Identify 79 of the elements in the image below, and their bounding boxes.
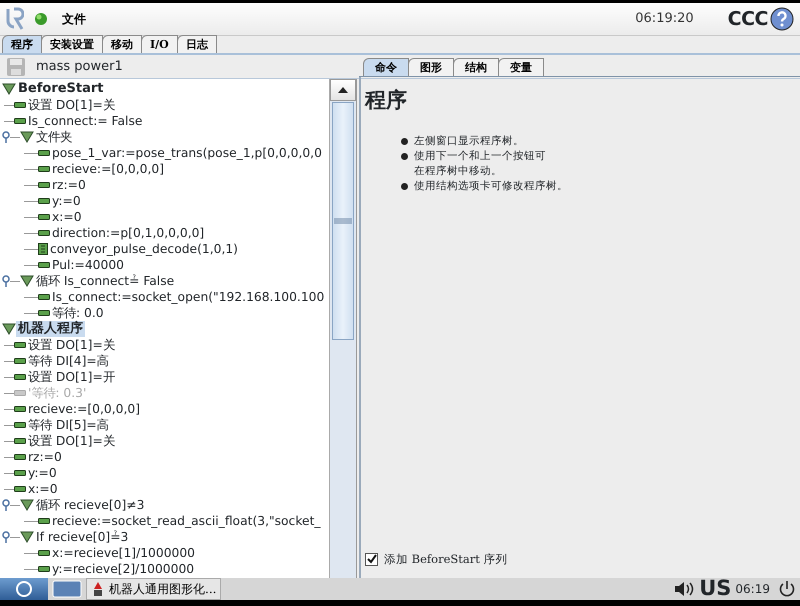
tree-item[interactable]: 等待 DI[4]=高 — [26, 353, 111, 369]
pin-icon — [2, 499, 10, 511]
scroll-up-button[interactable] — [330, 79, 356, 101]
tree-item[interactable]: recieve:=[0,0,0,0] — [26, 401, 142, 417]
window-icon[interactable] — [52, 579, 82, 599]
tree-item[interactable]: BeforeStart — [16, 81, 106, 97]
tree-item[interactable]: x:=0 — [26, 481, 60, 497]
tree-item[interactable]: 循环 Is_connect≟ False — [34, 273, 176, 289]
tree-item[interactable]: Is_connect:=socket_open("192.168.100.100 — [50, 289, 326, 305]
app-icon — [91, 581, 105, 597]
tab[interactable]: 结构 — [453, 58, 499, 76]
bullet-icon — [401, 153, 408, 160]
keyboard-layout[interactable]: US — [699, 573, 732, 605]
start-icon — [15, 580, 33, 598]
tree-item[interactable]: recieve:=[0,0,0,0] — [50, 161, 166, 177]
tree-item[interactable]: conveyor_pulse_decode(1,0,1) — [48, 241, 240, 257]
app-title: 机器人通用图形化... — [109, 581, 216, 598]
status-icon — [34, 12, 48, 26]
file-menu[interactable]: 文件 — [58, 10, 90, 28]
expanded-icon[interactable] — [20, 498, 34, 512]
tree-item[interactable]: Is_connect:= False — [26, 113, 144, 129]
expanded-icon[interactable] — [20, 274, 34, 288]
tree-item[interactable]: 机器人程序 — [16, 321, 85, 337]
pin-icon — [2, 131, 10, 143]
tree-item[interactable]: 设置 DO[1]=关 — [26, 433, 117, 449]
tree-item[interactable]: 设置 DO[1]=开 — [26, 369, 117, 385]
tab[interactable]: 日志 — [176, 35, 217, 53]
tree-item[interactable]: 文件夹 — [34, 129, 74, 145]
checkbox-label: 添加 BeforeStart 序列 — [384, 550, 508, 568]
tree-item[interactable]: 设置 DO[1]=关 — [26, 97, 117, 113]
tree-item[interactable]: y:=0 — [50, 193, 83, 209]
help-icon[interactable] — [770, 7, 794, 31]
tree-item[interactable]: 设置 DO[1]=关 — [26, 337, 117, 353]
expanded-icon[interactable] — [2, 322, 16, 336]
pin-icon — [2, 275, 10, 287]
tree-item[interactable]: 循环 recieve[0]≠3 — [34, 497, 146, 513]
robot-name: CCC — [728, 6, 768, 32]
tree-item[interactable]: recieve:=socket_read_ascii_float(3,"socket_ — [50, 513, 323, 529]
tree-item[interactable]: rz:=0 — [50, 177, 88, 193]
program-name: mass power1 — [36, 58, 123, 76]
tree-item[interactable]: 等待 DI[5]=高 — [26, 417, 111, 433]
help-text: 左侧窗口显示程序树。 — [414, 134, 524, 150]
tab[interactable]: I/O — [141, 35, 178, 53]
taskbar-app-button[interactable]: 机器人通用图形化... — [86, 578, 222, 600]
checkbox[interactable] — [365, 552, 378, 566]
bullet-icon — [401, 138, 408, 146]
expanded-icon[interactable] — [20, 130, 34, 144]
taskbar-clock: 06:19 — [735, 581, 770, 598]
tree-item[interactable]: pose_1_var:=pose_trans(pose_1,p[0,0,0,0,0 — [50, 145, 324, 161]
page-heading: 程序 — [365, 87, 408, 112]
tree-item[interactable]: If recieve[0]≟3 — [34, 529, 130, 545]
pin-icon — [2, 531, 10, 543]
tab[interactable]: 变量 — [498, 58, 544, 76]
expanded-icon[interactable] — [20, 530, 34, 544]
tree-item[interactable]: direction:=p[0,1,0,0,0,0] — [50, 225, 206, 241]
help-text: 使用结构选项卡可修改程序树。 — [414, 179, 568, 194]
scrollbar-thumb[interactable] — [332, 102, 354, 340]
up-arrow-icon — [338, 87, 348, 93]
power-icon[interactable] — [778, 580, 796, 598]
tab[interactable]: 图形 — [408, 58, 454, 76]
tree-item[interactable]: y:=0 — [26, 465, 59, 481]
tree-item[interactable]: 等待: 0.0 — [50, 305, 106, 321]
expanded-icon[interactable] — [2, 82, 16, 96]
tree-item[interactable]: x:=recieve[1]/1000000 — [50, 545, 197, 561]
tree-item[interactable]: x:=0 — [50, 209, 84, 225]
tree-item[interactable]: y:=recieve[2]/1000000 — [50, 561, 196, 577]
bullet-icon — [401, 183, 408, 190]
tab[interactable]: 移动 — [102, 35, 142, 53]
clock: 06:19:20 — [635, 10, 694, 28]
tab[interactable]: 安装设置 — [41, 35, 103, 53]
help-text: 使用下一个和上一个按钮可在程序树中移动。 — [414, 149, 547, 180]
tab[interactable]: 程序 — [2, 35, 42, 53]
logo-icon — [6, 7, 24, 31]
tree-item[interactable]: Pul:=40000 — [50, 257, 126, 273]
volume-icon[interactable] — [673, 580, 696, 598]
tab[interactable]: 命令 — [363, 58, 409, 76]
tree-item[interactable]: rz:=0 — [26, 449, 64, 465]
script-icon — [38, 243, 48, 255]
start-button[interactable] — [0, 578, 48, 600]
